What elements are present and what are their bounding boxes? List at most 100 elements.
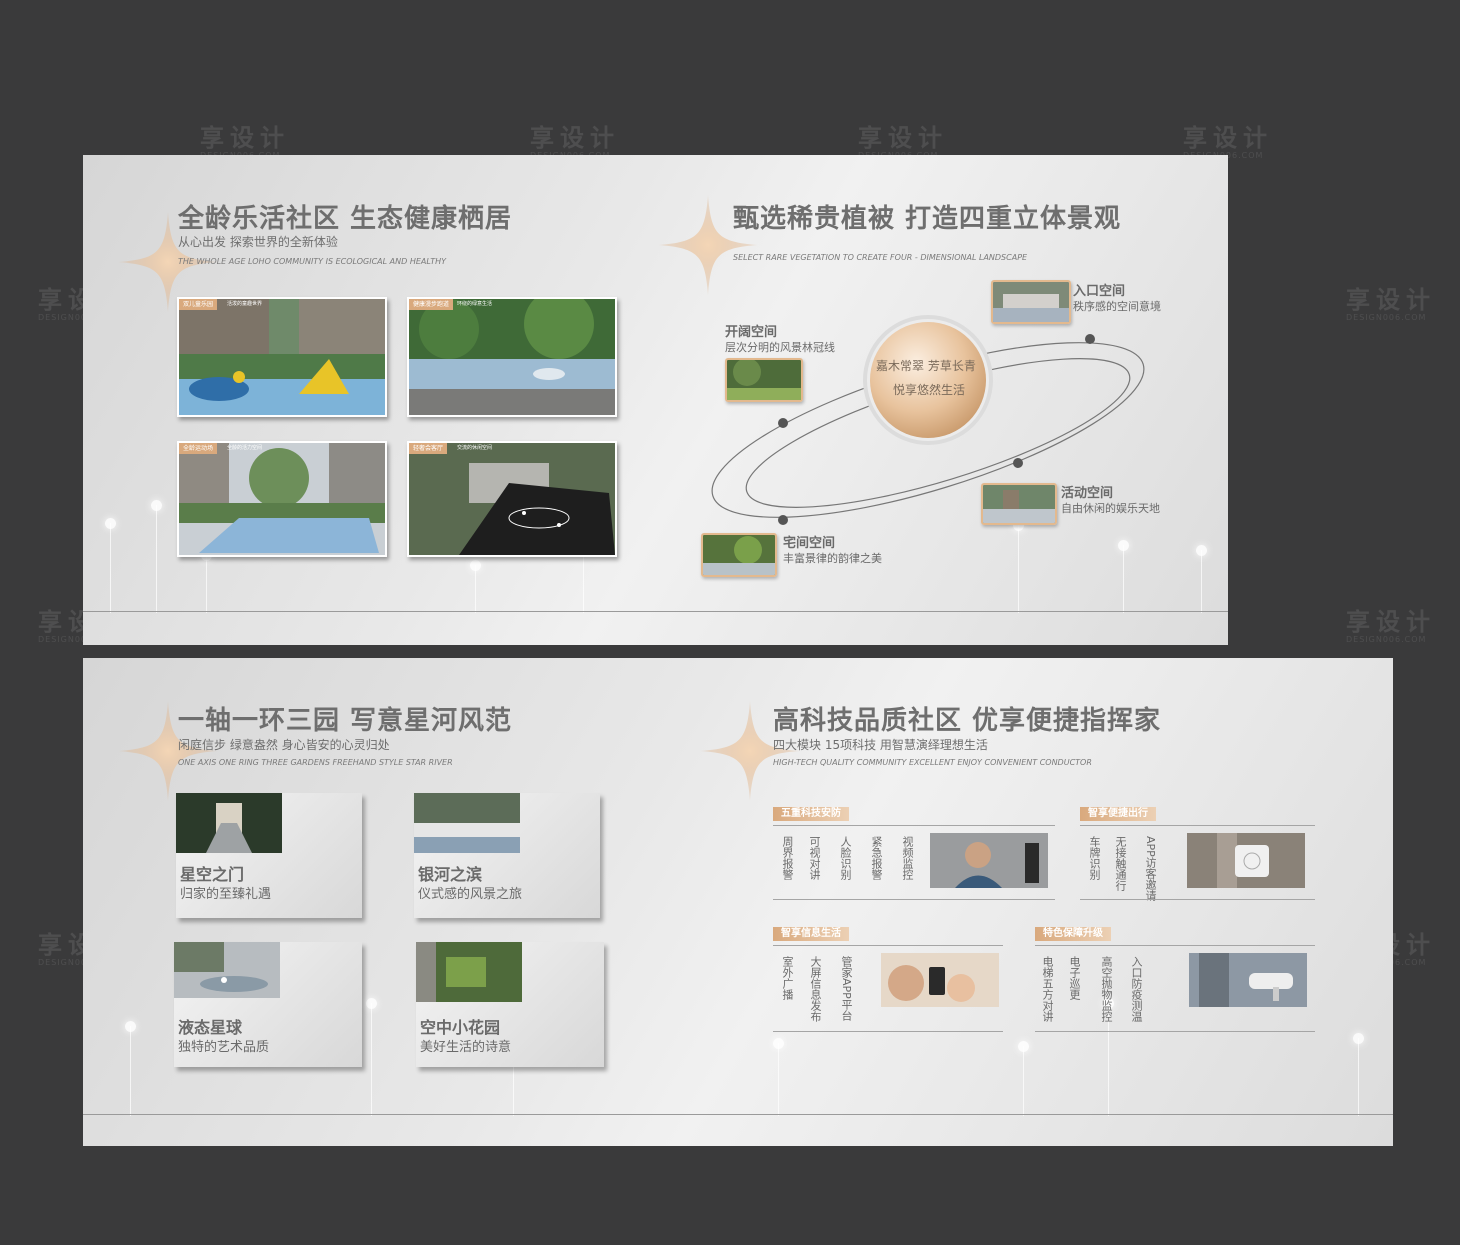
- tech-photo: [930, 833, 1048, 888]
- smartphone-image: [881, 953, 999, 1007]
- light-stem: [366, 998, 377, 1116]
- watermark: 享设计DESIGN006.COM: [530, 124, 620, 160]
- section-title: 高科技品质社区 优享便捷指挥家: [773, 706, 1162, 736]
- card-title: 星空之门: [180, 865, 245, 884]
- tech-item: 高空抛物监控: [1100, 956, 1113, 1022]
- light-stem: [151, 500, 162, 613]
- node-thumbnail: [725, 358, 803, 402]
- tech-item: 可视对讲: [808, 836, 821, 880]
- watermark: 享设计DESIGN006.COM: [1183, 124, 1273, 160]
- tech-item: 紧急报警: [870, 836, 883, 880]
- tech-item: 周界报警: [781, 836, 794, 880]
- light-stem: [773, 1038, 784, 1116]
- tech-group-line: [773, 825, 1055, 826]
- baseline: [83, 1114, 1393, 1115]
- tech-group-line: [773, 945, 1003, 946]
- section-title: 一轴一环三园 写意星河风范: [178, 706, 513, 736]
- planet-text: 嘉木常翠 芳草长青: [876, 359, 976, 373]
- tech-item: 大屏信息发布: [809, 956, 822, 1022]
- node-subtitle: 秩序感的空间意境: [1073, 300, 1161, 313]
- section-subtitle: 闲庭信步 绿意盎然 身心皆安的心灵归处: [178, 738, 390, 752]
- tech-item: 入口防疫测温: [1130, 956, 1143, 1022]
- bottom-board: 一轴一环三园 写意星河风范 闲庭信步 绿意盎然 身心皆安的心灵归处 ONE AX…: [83, 658, 1393, 1146]
- photo-tag: 轻奢会客厅: [409, 443, 448, 454]
- card-subtitle: 仪式感的风景之旅: [418, 887, 523, 902]
- tech-group-line: [1080, 825, 1315, 826]
- section-english: SELECT RARE VEGETATION TO CREATE FOUR - …: [733, 253, 1028, 262]
- section-title: 全龄乐活社区 生态健康栖居: [178, 204, 513, 234]
- photo-caption: 全龄的活力空间: [227, 445, 263, 451]
- light-stem: [470, 560, 481, 613]
- tech-item: 管家APP平台: [840, 956, 853, 1021]
- garden-card: 银河之滨 仪式感的风景之旅: [414, 793, 600, 918]
- photo-tag: 健康漫步跑道: [409, 299, 454, 310]
- landscape-photo: 双儿童乐园 活泼的童趣世界: [177, 297, 387, 417]
- tech-item: 电子巡更: [1068, 956, 1081, 1000]
- landscape-photo: 全龄运动场 全龄的活力空间: [177, 441, 387, 557]
- node-title: 活动空间: [1061, 486, 1114, 501]
- node-title: 入口空间: [1073, 284, 1126, 299]
- baseline: [83, 611, 1228, 612]
- section-english: ONE AXIS ONE RING THREE GARDENS FREEHAND…: [178, 758, 453, 767]
- light-stem: [1118, 540, 1129, 613]
- tech-item: 室外广播: [781, 956, 794, 1000]
- section-english: HIGH-TECH QUALITY COMMUNITY EXCELLENT EN…: [773, 758, 1092, 767]
- node-subtitle: 自由休闲的娱乐天地: [1061, 502, 1160, 515]
- tech-group-line: [1035, 1031, 1315, 1032]
- tech-group-line: [1035, 945, 1315, 946]
- tech-group-tag: 五重科技安防: [773, 807, 849, 821]
- node-subtitle: 层次分明的风景林冠线: [725, 341, 835, 354]
- open-space-image: [727, 360, 801, 400]
- tech-item: 无接触通行: [1114, 836, 1127, 891]
- section-subtitle: 从心出发 探索世界的全新体验: [178, 235, 338, 249]
- tech-group-line: [773, 1031, 1003, 1032]
- garden-card: 液态星球 独特的艺术品质: [174, 942, 362, 1067]
- light-stem: [201, 550, 212, 613]
- tech-item: APP访客邀请: [1144, 836, 1157, 901]
- photo-tag: 双儿童乐园: [179, 299, 218, 310]
- light-stem: [1196, 545, 1207, 613]
- light-stem: [1353, 1033, 1364, 1116]
- tech-photo: [881, 953, 999, 1007]
- tech-item: 视频监控: [901, 836, 914, 880]
- garden-card: 星空之门 归家的至臻礼遇: [176, 793, 362, 918]
- access-panel-image: [1187, 833, 1305, 888]
- watermark: 享设计DESIGN006.COM: [858, 124, 948, 160]
- running-track-image: [409, 299, 615, 415]
- light-stem: [125, 1021, 136, 1116]
- section-title: 甄选稀贵植被 打造四重立体景观: [733, 204, 1122, 234]
- card-title: 银河之滨: [418, 865, 483, 884]
- cctv-camera-image: [1189, 953, 1307, 1007]
- tech-group-tag: 智享信息生活: [773, 927, 849, 941]
- tech-group-line: [773, 899, 1055, 900]
- tech-group-tag: 特色保障升级: [1035, 927, 1111, 941]
- node-thumbnail: [701, 533, 777, 577]
- garden-card: 空中小花园 美好生活的诗意: [416, 942, 604, 1067]
- card-title: 液态星球: [178, 1018, 243, 1037]
- tech-group-line: [1080, 899, 1315, 900]
- photo-tag: 全龄运动场: [179, 443, 218, 454]
- liquid-planet-image: [174, 942, 280, 998]
- card-subtitle: 美好生活的诗意: [420, 1040, 512, 1055]
- courtyard-image: [703, 535, 775, 575]
- node-thumbnail: [991, 280, 1071, 324]
- tech-photo: [1189, 953, 1307, 1007]
- entrance-image: [993, 282, 1069, 322]
- light-stem: [1018, 1041, 1029, 1116]
- node-title: 宅间空间: [783, 536, 836, 551]
- star-gate-image: [176, 793, 282, 853]
- sky-garden-image: [416, 942, 522, 1002]
- card-subtitle: 归家的至臻礼遇: [180, 887, 272, 902]
- node-title: 开阔空间: [725, 325, 778, 340]
- top-board: 全龄乐活社区 生态健康栖居 从心出发 探索世界的全新体验 THE WHOLE A…: [83, 155, 1228, 645]
- photo-caption: 交流的休闲空间: [457, 445, 493, 451]
- card-title: 空中小花园: [420, 1018, 501, 1037]
- playground-image: [179, 299, 385, 415]
- photo-caption: 环绕的绿意生活: [457, 301, 493, 307]
- tech-group-tag: 智享便捷出行: [1080, 807, 1156, 821]
- photo-caption: 活泼的童趣世界: [227, 301, 263, 307]
- tech-item: 电梯五方对讲: [1041, 956, 1054, 1022]
- node-subtitle: 丰富景律的韵律之美: [783, 552, 882, 565]
- planet-text: 悦享悠然生活: [893, 383, 966, 397]
- landscape-photo: 健康漫步跑道 环绕的绿意生活: [407, 297, 617, 417]
